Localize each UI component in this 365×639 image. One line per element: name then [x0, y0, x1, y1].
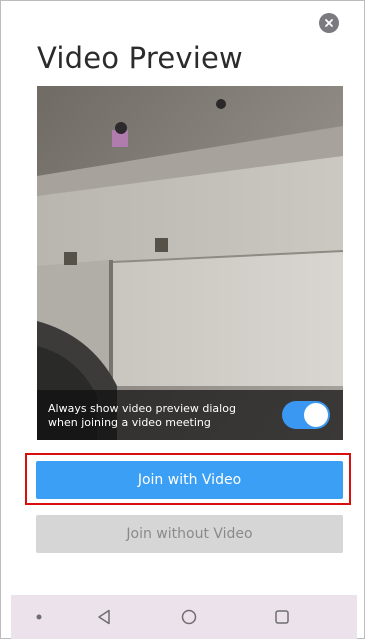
join-with-video-button[interactable]: Join with Video: [36, 461, 343, 499]
camera-preview: Always show video preview dialog when jo…: [37, 86, 343, 440]
back-icon: [98, 609, 110, 625]
toggle-knob: [304, 403, 328, 427]
nav-back-button[interactable]: [89, 595, 119, 639]
nav-recents-button[interactable]: [267, 595, 297, 639]
always-show-preview-toggle[interactable]: [282, 401, 330, 429]
home-icon: [181, 609, 197, 625]
system-navigation-bar: [11, 595, 357, 639]
close-button[interactable]: [319, 13, 339, 33]
preview-settings-bar: Always show video preview dialog when jo…: [37, 390, 343, 440]
always-show-preview-label: Always show video preview dialog when jo…: [48, 402, 236, 429]
camera-feed-image: [37, 86, 343, 440]
nav-home-button[interactable]: [174, 595, 204, 639]
close-icon: [325, 19, 333, 27]
recents-icon: [275, 610, 289, 624]
dot-icon: [36, 614, 42, 620]
dialog-title: Video Preview: [37, 41, 243, 75]
video-preview-dialog: Video Preview Always show video preview …: [0, 0, 365, 639]
nav-dot: [29, 595, 49, 639]
join-without-video-button[interactable]: Join without Video: [36, 515, 343, 553]
